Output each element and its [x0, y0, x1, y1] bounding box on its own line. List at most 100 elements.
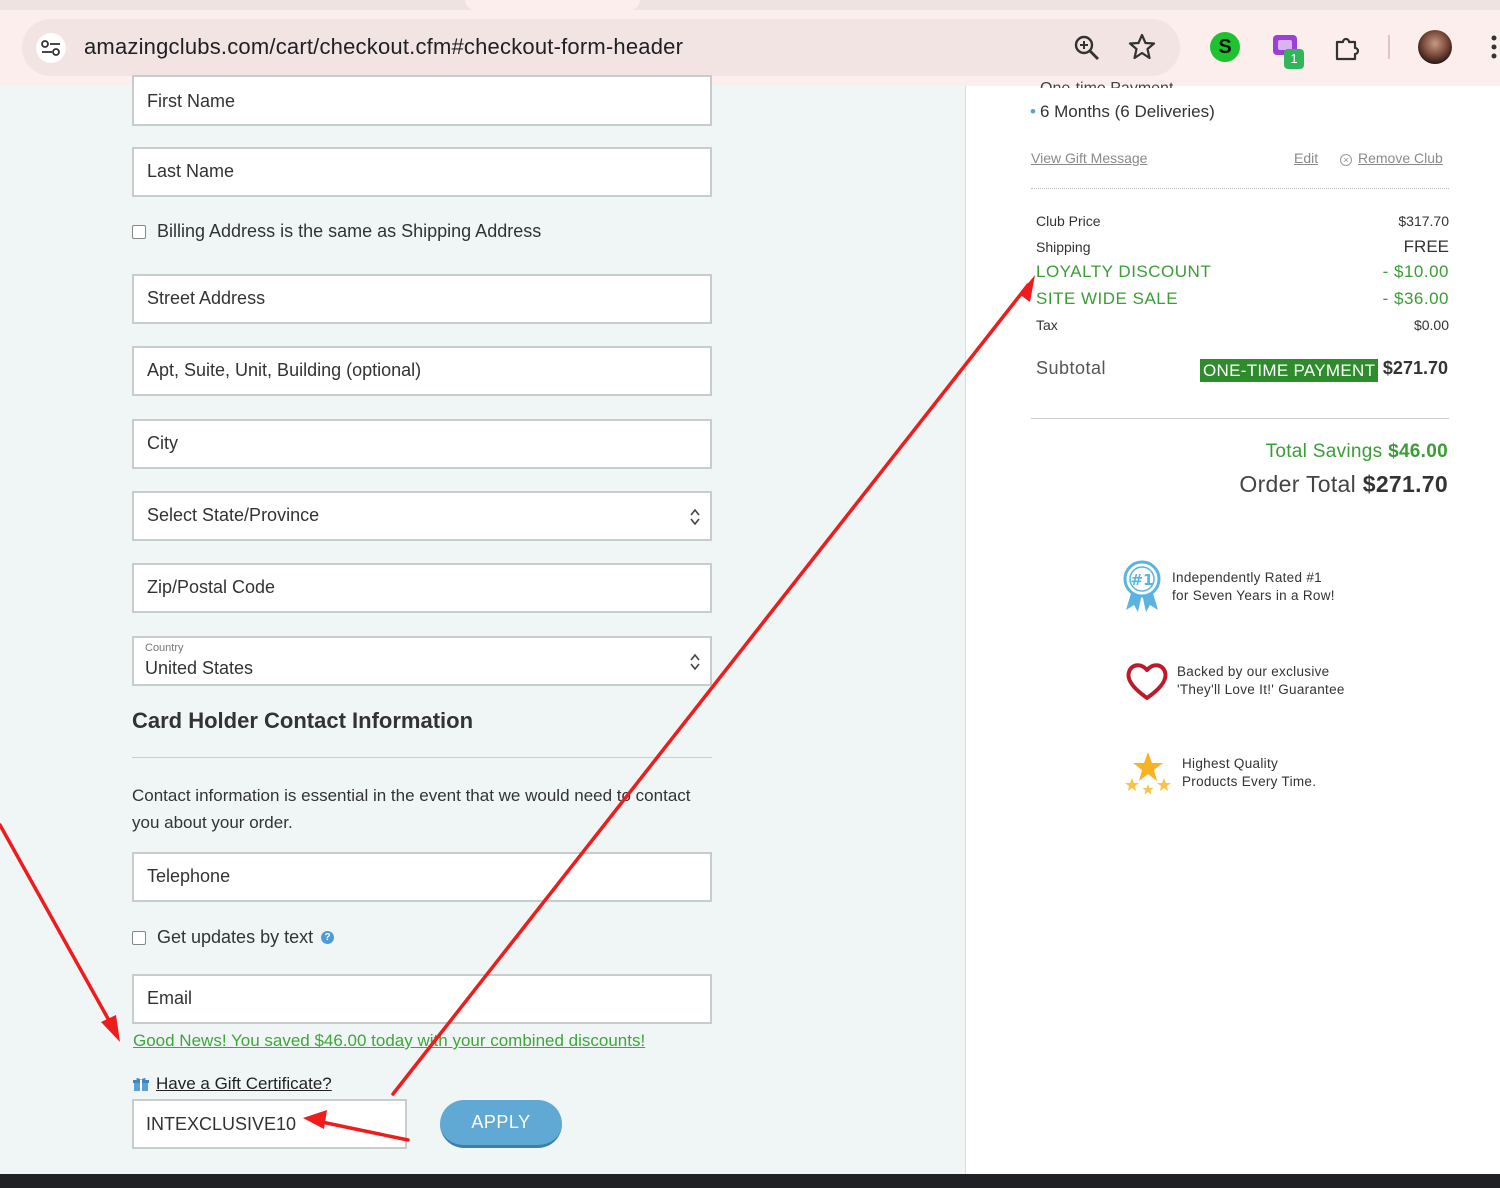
shipping-row: Shipping FREE	[1036, 237, 1449, 257]
apply-button[interactable]: APPLY	[440, 1100, 562, 1148]
browser-toolbar: amazingclubs.com/cart/checkout.cfm#check…	[0, 0, 1500, 86]
loyalty-discount-value: - $10.00	[1382, 262, 1449, 281]
coupon-code-input[interactable]: INTEXCLUSIVE10	[132, 1099, 407, 1149]
billing-same-row[interactable]: Billing Address is the same as Shipping …	[132, 221, 541, 242]
site-wide-sale-row: SITE WIDE SALE - $36.00	[1036, 289, 1449, 309]
stars-icon	[1125, 752, 1171, 795]
browser-menu-icon[interactable]	[1488, 32, 1500, 62]
telephone-placeholder: Telephone	[147, 866, 231, 886]
savings-message-link[interactable]: Good News! You saved $46.00 today with y…	[133, 1031, 645, 1051]
country-value: United States	[145, 658, 254, 678]
state-select-value: Select State/Province	[147, 505, 320, 525]
city-field[interactable]: City	[132, 419, 712, 469]
help-icon[interactable]: ?	[321, 931, 335, 944]
annotation-arrowhead-savings	[101, 1015, 120, 1042]
first-name-field[interactable]: First Name	[132, 75, 712, 126]
delivery-plan: • 6 Months (6 Deliveries)	[1030, 102, 1215, 122]
summary-dotted-divider	[1031, 188, 1449, 189]
url-text[interactable]: amazingclubs.com/cart/checkout.cfm#check…	[84, 34, 683, 60]
state-select[interactable]: Select State/Province	[132, 491, 712, 541]
heart-icon	[1126, 663, 1168, 700]
subtotal-label: Subtotal	[1036, 358, 1107, 378]
country-select[interactable]: Country United States	[132, 636, 712, 686]
select-arrows-icon	[690, 508, 700, 526]
annotation-arrow-savings	[0, 823, 118, 1035]
toolbar-divider	[1388, 35, 1390, 59]
tax-label: Tax	[1036, 317, 1058, 333]
text-updates-row[interactable]: Get updates by text ?	[132, 927, 335, 948]
telephone-field[interactable]: Telephone	[132, 852, 712, 902]
svg-text:#1: #1	[1130, 571, 1153, 589]
text-updates-label: Get updates by text	[157, 927, 314, 947]
apt-placeholder: Apt, Suite, Unit, Building (optional)	[147, 360, 422, 380]
text-updates-checkbox[interactable]	[132, 930, 146, 945]
trust-badge-guarantee-line1: Backed by our exclusive	[1177, 664, 1330, 679]
extension-s-icon[interactable]: S	[1210, 32, 1240, 62]
apt-suite-field[interactable]: Apt, Suite, Unit, Building (optional)	[132, 346, 712, 396]
section-divider	[132, 757, 712, 758]
bullet-icon: •	[1030, 102, 1036, 121]
trust-badge-rated: #1 Independently Rated #1 for Seven Years…	[1122, 560, 1335, 614]
street-address-field[interactable]: Street Address	[132, 274, 712, 324]
tax-row: Tax $0.00	[1036, 317, 1449, 333]
order-total-value: $271.70	[1362, 471, 1448, 497]
club-price-value: $317.70	[1398, 213, 1449, 229]
zip-placeholder: Zip/Postal Code	[147, 577, 276, 597]
payment-type-text: One-time Payment	[1040, 80, 1173, 88]
site-info-icon[interactable]	[36, 33, 66, 63]
last-name-placeholder: Last Name	[147, 161, 235, 181]
loyalty-discount-row: LOYALTY DISCOUNT - $10.00	[1036, 262, 1449, 282]
remove-club-link[interactable]: × Remove Club	[1340, 150, 1443, 166]
active-tab-edge[interactable]	[465, 0, 640, 10]
subtotal-value: $271.70	[1382, 358, 1448, 378]
site-wide-sale-value: - $36.00	[1382, 289, 1449, 308]
billing-same-label: Billing Address is the same as Shipping …	[157, 221, 542, 241]
view-gift-message-link[interactable]: View Gift Message	[1031, 150, 1147, 166]
total-savings: Total Savings $46.00	[1266, 441, 1448, 463]
country-label: Country	[145, 642, 184, 654]
bookmark-star-icon[interactable]	[1127, 32, 1157, 62]
order-total: Order Total $271.70	[1239, 471, 1448, 498]
shipping-value: FREE	[1403, 237, 1449, 256]
club-price-label: Club Price	[1036, 213, 1101, 229]
email-placeholder: Email	[147, 988, 193, 1008]
club-price-row: Club Price $317.70	[1036, 213, 1449, 229]
remove-icon: ×	[1340, 154, 1352, 166]
last-name-field[interactable]: Last Name	[132, 147, 712, 197]
loyalty-discount-label: LOYALTY DISCOUNT	[1036, 262, 1212, 281]
zoom-icon[interactable]	[1072, 33, 1102, 63]
zip-field[interactable]: Zip/Postal Code	[132, 563, 712, 613]
total-savings-value: $46.00	[1388, 441, 1448, 462]
trust-badge-quality-line2: Products Every Time.	[1182, 774, 1317, 789]
first-name-placeholder: First Name	[147, 91, 236, 111]
shipping-label: Shipping	[1036, 239, 1091, 255]
site-wide-sale-label: SITE WIDE SALE	[1036, 289, 1179, 308]
trust-badge-rated-line1: Independently Rated #1	[1172, 570, 1322, 585]
extension-badge: 1	[1284, 49, 1304, 69]
extensions-puzzle-icon[interactable]	[1332, 32, 1362, 62]
order-total-label: Order Total	[1239, 471, 1357, 497]
email-field[interactable]: Email	[132, 974, 712, 1024]
total-savings-label: Total Savings	[1265, 441, 1383, 462]
trust-badge-guarantee: Backed by our exclusive 'They'll Love It!…	[1126, 661, 1345, 701]
address-bar[interactable]: amazingclubs.com/cart/checkout.cfm#check…	[22, 19, 1180, 76]
gift-certificate-row[interactable]: Have a Gift Certificate?	[133, 1074, 332, 1094]
tab-strip	[0, 0, 1500, 10]
profile-avatar[interactable]	[1418, 30, 1452, 64]
trust-badge-guarantee-line2: 'They'll Love It!' Guarantee	[1177, 682, 1345, 697]
billing-same-checkbox[interactable]	[132, 224, 146, 239]
summary-divider	[1031, 418, 1449, 419]
gift-certificate-link[interactable]: Have a Gift Certificate?	[156, 1074, 332, 1094]
tax-value: $0.00	[1413, 317, 1449, 333]
os-taskbar	[0, 1174, 1500, 1188]
award-ribbon-icon: #1	[1123, 560, 1161, 612]
edit-link[interactable]: Edit	[1294, 150, 1318, 166]
contact-heading: Card Holder Contact Information	[132, 708, 474, 733]
trust-badge-quality: Highest Quality Products Every Time.	[1124, 750, 1316, 796]
coupon-code-value: INTEXCLUSIVE10	[146, 1114, 297, 1134]
trust-badge-quality-line1: Highest Quality	[1182, 756, 1279, 771]
one-time-payment-badge: ONE-TIME PAYMENT	[1200, 359, 1379, 382]
annotation-arrow-loyalty	[391, 283, 1030, 1096]
gift-icon	[133, 1077, 149, 1091]
trust-badge-rated-line2: for Seven Years in a Row!	[1172, 588, 1335, 603]
